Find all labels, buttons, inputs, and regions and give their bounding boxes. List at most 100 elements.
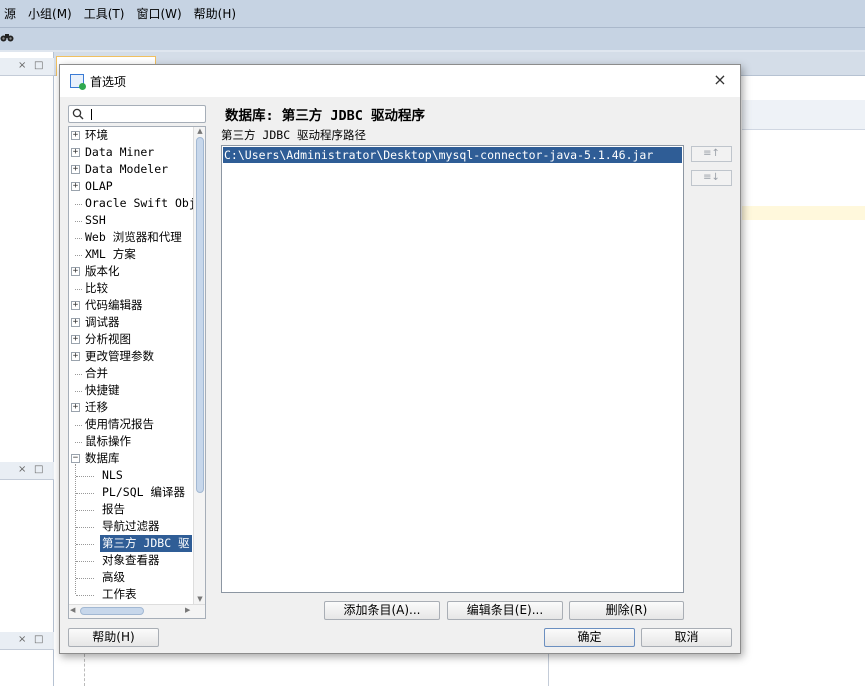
move-up-button[interactable]: ≡↑ [691, 146, 732, 162]
tree-connector-line [75, 238, 82, 239]
expand-icon[interactable]: + [71, 403, 80, 412]
search-icon [72, 108, 84, 120]
tree-item[interactable]: 工作表 [69, 586, 194, 603]
tree-connector-line [75, 289, 82, 290]
expand-icon[interactable]: + [71, 182, 80, 191]
tree-item[interactable]: + Data Miner [69, 144, 194, 161]
scroll-up-arrow-icon[interactable]: ▲ [195, 127, 205, 137]
tree-vertical-scrollbar[interactable]: ▲ ▼ [193, 127, 205, 605]
expand-icon[interactable]: + [71, 267, 80, 276]
tree-item[interactable]: − 数据库 [69, 450, 194, 467]
expand-icon[interactable]: + [71, 318, 80, 327]
menu-window[interactable]: 窗口(W) [136, 5, 181, 22]
tree-item[interactable]: + 分析视图 [69, 331, 194, 348]
driver-path-item[interactable]: C:\Users\Administrator\Desktop\mysql-con… [223, 147, 682, 163]
vertical-scroll-thumb[interactable] [196, 137, 204, 493]
tree-item[interactable]: 导航过滤器 [69, 518, 194, 535]
tree-item[interactable]: + 调试器 [69, 314, 194, 331]
tree-item-label: 环境 [85, 128, 108, 142]
tree-item[interactable]: SSH [69, 212, 194, 229]
preferences-icon [70, 74, 86, 90]
close-button[interactable]: × [710, 70, 730, 90]
dialog-title: 首选项 [90, 74, 127, 89]
expand-icon[interactable]: + [71, 131, 80, 140]
menu-team[interactable]: 小组(M) [28, 5, 72, 22]
collapse-icon[interactable]: − [71, 454, 80, 463]
tree-item-label: Data Miner [85, 145, 155, 159]
tree-item[interactable]: 快捷键 [69, 382, 194, 399]
tree-item-label: 更改管理参数 [85, 349, 154, 363]
tree-item[interactable]: XML 方案 [69, 246, 194, 263]
panel-minimize-icon[interactable]: □ [34, 634, 43, 645]
tree-item[interactable]: + Data Modeler [69, 161, 194, 178]
binoculars-icon[interactable] [0, 31, 14, 47]
driver-path-list[interactable]: C:\Users\Administrator\Desktop\mysql-con… [221, 145, 684, 593]
tree-connector-line [75, 374, 82, 375]
search-box[interactable] [68, 105, 206, 123]
tree-item[interactable]: Web 浏览器和代理 [69, 229, 194, 246]
dialog-titlebar: 首选项 × [60, 65, 740, 97]
tree-item[interactable]: + 代码编辑器 [69, 297, 194, 314]
background-panel-header: × □ [0, 58, 54, 76]
tree-item-label: PL/SQL 编译器 [102, 485, 185, 499]
tree-item[interactable]: + 迁移 [69, 399, 194, 416]
tree-item[interactable]: 使用情况报告 [69, 416, 194, 433]
expand-icon[interactable]: + [71, 165, 80, 174]
tree-item-label: 迁移 [85, 400, 108, 414]
tree-item[interactable]: 高级 [69, 569, 194, 586]
delete-button[interactable]: 删除(R) [569, 601, 684, 620]
tree-item-label: Oracle Swift Obj [85, 196, 194, 210]
tree-connector-line [76, 510, 94, 511]
panel-close-icon[interactable]: × [18, 634, 26, 645]
panel-close-icon[interactable]: × [18, 464, 26, 475]
tree-item[interactable]: 鼠标操作 [69, 433, 194, 450]
tree-connector-line [76, 476, 94, 477]
tree-connector-line [76, 561, 94, 562]
tree-item[interactable]: 第三方 JDBC 驱 [69, 535, 194, 552]
driver-path-label: 第三方 JDBC 驱动程序路径 [221, 128, 367, 142]
menu-tools[interactable]: 工具(T) [84, 5, 125, 22]
edit-entry-button[interactable]: 编辑条目(E)... [447, 601, 563, 620]
tree-item[interactable]: 对象查看器 [69, 552, 194, 569]
tree-item-label: 工作表 [102, 587, 137, 601]
tree-horizontal-scrollbar[interactable]: ◀ ▶ [69, 604, 205, 618]
tree-item[interactable]: 合并 [69, 365, 194, 382]
tree-list: + 环境 + Data Miner + Data Modeler + OLAP Oracle S… [69, 127, 194, 605]
tree-item-label: SSH [85, 213, 106, 227]
tree-item[interactable]: NLS [69, 467, 194, 484]
expand-icon[interactable]: + [71, 301, 80, 310]
expand-icon[interactable]: + [71, 148, 80, 157]
tree-item-label: 使用情况报告 [85, 417, 154, 431]
tree-connector-line [75, 221, 82, 222]
menu-source[interactable]: 源 [4, 5, 16, 22]
expand-icon[interactable]: + [71, 335, 80, 344]
panel-minimize-icon[interactable]: □ [34, 60, 43, 71]
tree-item[interactable]: + OLAP [69, 178, 194, 195]
expand-icon[interactable]: + [71, 352, 80, 361]
tree-item[interactable]: Oracle Swift Obj [69, 195, 194, 212]
toolbar [0, 28, 865, 50]
ok-button[interactable]: 确定 [544, 628, 635, 647]
tree-item[interactable]: + 环境 [69, 127, 194, 144]
move-down-button[interactable]: ≡↓ [691, 170, 732, 186]
panel-minimize-icon[interactable]: □ [34, 464, 43, 475]
scroll-right-arrow-icon[interactable]: ▶ [185, 606, 193, 616]
tree-item-label: 对象查看器 [102, 553, 160, 567]
tree-item[interactable]: PL/SQL 编译器 [69, 484, 194, 501]
help-button[interactable]: 帮助(H) [68, 628, 159, 647]
tree-connector-line [75, 204, 82, 205]
tree-connector-line [76, 578, 94, 579]
tree-item[interactable]: 报告 [69, 501, 194, 518]
search-input[interactable] [89, 107, 203, 121]
tree-item[interactable]: + 更改管理参数 [69, 348, 194, 365]
panel-close-icon[interactable]: × [18, 60, 26, 71]
tree-item[interactable]: + 版本化 [69, 263, 194, 280]
menu-help[interactable]: 帮助(H) [194, 5, 236, 22]
scroll-left-arrow-icon[interactable]: ◀ [70, 606, 78, 616]
horizontal-scroll-thumb[interactable] [80, 607, 144, 615]
page-title: 数据库: 第三方 JDBC 驱动程序 [225, 108, 426, 124]
tree-item-label: OLAP [85, 179, 113, 193]
add-entry-button[interactable]: 添加条目(A)... [324, 601, 440, 620]
cancel-button[interactable]: 取消 [641, 628, 732, 647]
tree-item[interactable]: 比较 [69, 280, 194, 297]
